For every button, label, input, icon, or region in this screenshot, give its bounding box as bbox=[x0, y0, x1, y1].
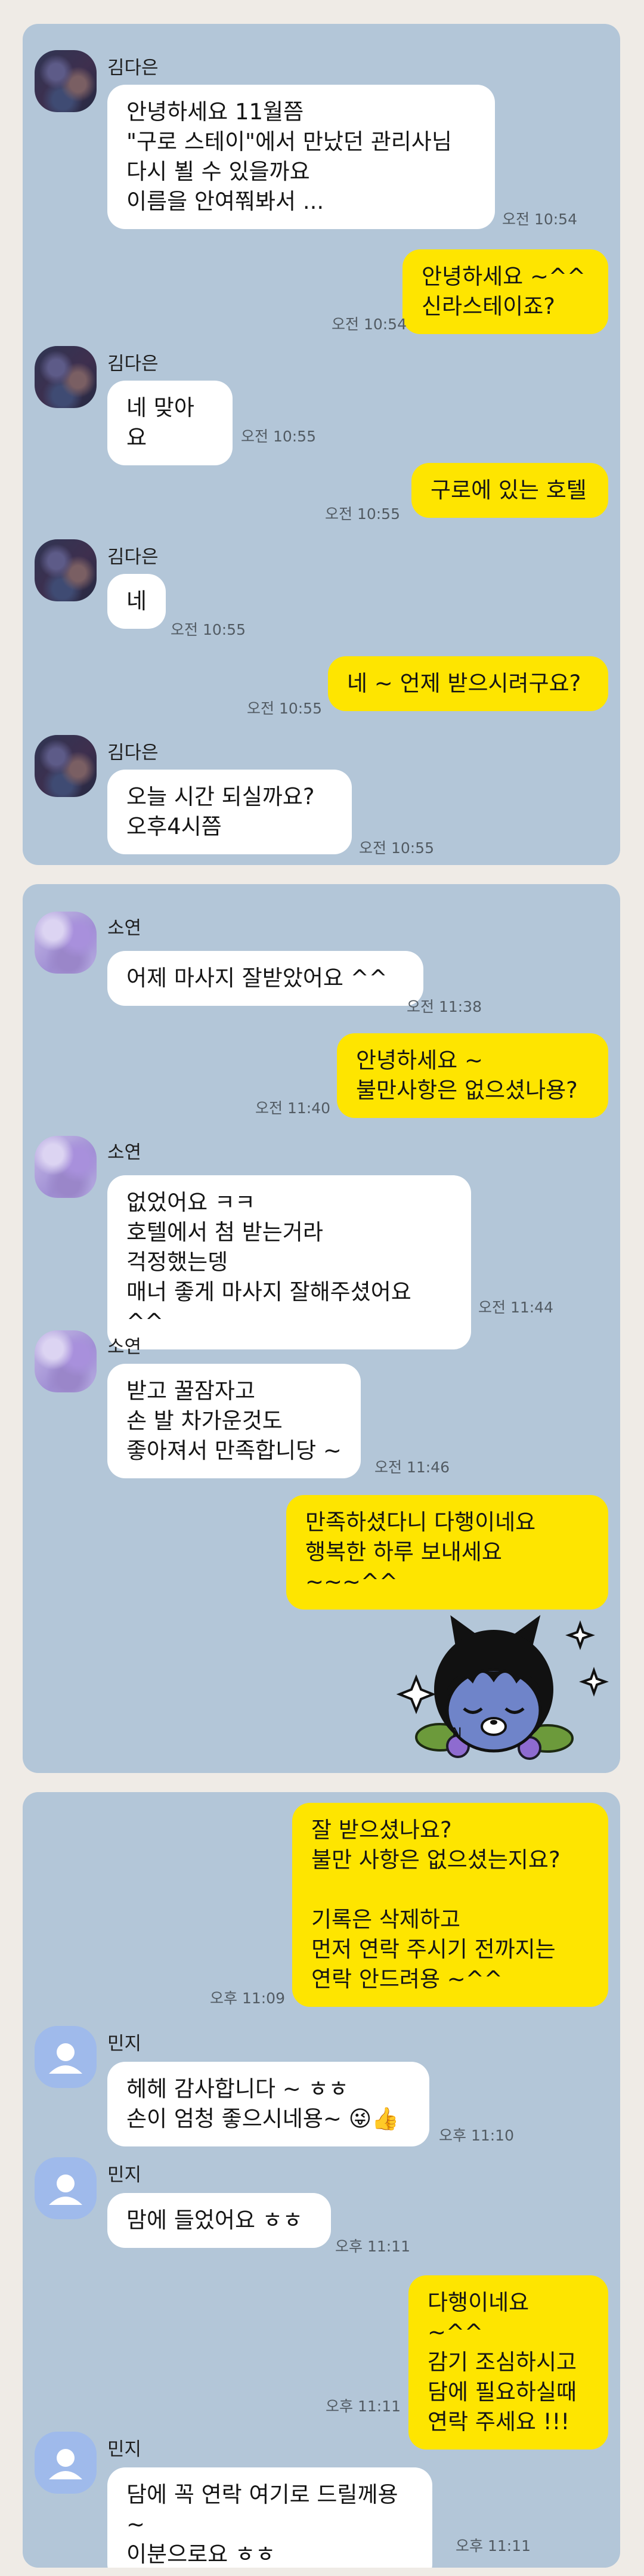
avatar[interactable] bbox=[35, 346, 97, 408]
sender-name: 김다은 bbox=[107, 353, 159, 375]
message-bubble-outgoing[interactable]: 다행이네요 ~^^ 감기 조심하시고 담에 필요하실때 연락 주세요 !!! bbox=[408, 2275, 608, 2450]
message-time: 오전 10:55 bbox=[241, 428, 316, 445]
svg-text:N: N bbox=[452, 1726, 462, 1741]
message-time: 오전 10:55 bbox=[247, 700, 322, 717]
avatar[interactable] bbox=[35, 50, 97, 112]
kakao-character-sticker: N bbox=[396, 1615, 609, 1760]
message-time: 오전 10:55 bbox=[171, 621, 246, 638]
message-time: 오후 11:09 bbox=[210, 1990, 285, 2007]
message-time: 오후 11:11 bbox=[456, 2537, 531, 2555]
avatar[interactable] bbox=[35, 735, 97, 797]
default-profile-icon bbox=[49, 2449, 82, 2479]
message-bubble-incoming[interactable]: 네 bbox=[107, 574, 166, 629]
message-time: 오전 10:55 bbox=[325, 505, 400, 523]
message-bubble-outgoing[interactable]: 만족하셨다니 다행이네요 행복한 하루 보내세요 ~~~^^ bbox=[286, 1495, 608, 1610]
message-bubble-outgoing[interactable]: 안녕하세요 ~^^ 신라스테이죠? bbox=[402, 249, 608, 334]
message-time: 오전 11:46 bbox=[374, 1459, 450, 1476]
message-bubble-outgoing[interactable]: 잘 받으셨나요? 불만 사항은 없으셨는지요? 기록은 삭제하고 먼저 연락 주… bbox=[292, 1803, 608, 2007]
message-bubble-incoming[interactable]: 안녕하세요 11월쯤 "구로 스테이"에서 만났던 관리사님 다시 뵐 수 있을… bbox=[107, 85, 495, 229]
chat-screenshot-2: 소연 어제 마사지 잘받았어요 ^^ 오전 11:38 안녕하세요 ~ 불만사항… bbox=[23, 884, 620, 1773]
message-time: 오전 11:40 bbox=[255, 1099, 330, 1117]
sender-name: 민지 bbox=[107, 2439, 142, 2460]
avatar[interactable] bbox=[35, 2157, 97, 2219]
message-time: 오전 10:54 bbox=[502, 211, 577, 228]
avatar[interactable] bbox=[35, 912, 97, 974]
avatar[interactable] bbox=[35, 2026, 97, 2088]
sparkle-icon bbox=[579, 1667, 609, 1697]
message-bubble-incoming[interactable]: 없었어요 ㅋㅋ 호텔에서 첨 받는거라 걱정했는뎅 매너 좋게 마사지 잘해주셨… bbox=[107, 1175, 471, 1349]
chat-screenshot-1: 김다은 안녕하세요 11월쯤 "구로 스테이"에서 만났던 관리사님 다시 뵐 … bbox=[23, 24, 620, 865]
message-time: 오전 11:38 bbox=[407, 998, 482, 1015]
sender-name: 김다은 bbox=[107, 546, 159, 568]
message-time: 오후 11:11 bbox=[326, 2398, 401, 2415]
avatar[interactable] bbox=[35, 2432, 97, 2494]
message-bubble-outgoing[interactable]: 네 ~ 언제 받으시려구요? bbox=[328, 656, 608, 711]
message-bubble-incoming[interactable]: 오늘 시간 되실까요? 오후4시쯤 bbox=[107, 770, 352, 854]
sparkle-icon bbox=[396, 1674, 436, 1715]
sender-name: 김다은 bbox=[107, 57, 159, 79]
sender-name: 소연 bbox=[107, 918, 142, 939]
avatar[interactable] bbox=[35, 1330, 97, 1392]
avatar[interactable] bbox=[35, 539, 97, 601]
message-bubble-incoming[interactable]: 네 맞아요 bbox=[107, 381, 233, 465]
message-time: 오전 11:44 bbox=[478, 1299, 553, 1316]
sender-name: 소연 bbox=[107, 1142, 142, 1163]
message-time: 오후 11:11 bbox=[335, 2238, 410, 2255]
message-bubble-incoming[interactable]: 헤헤 감사합니다 ~ ㅎㅎ 손이 엄청 좋으시네용~ 😜👍 bbox=[107, 2062, 429, 2146]
sender-name: 민지 bbox=[107, 2033, 142, 2055]
message-bubble-incoming[interactable]: 받고 꿀잠자고 손 발 차가운것도 좋아져서 만족합니당 ~ bbox=[107, 1364, 361, 1478]
sender-name: 김다은 bbox=[107, 742, 159, 764]
message-bubble-outgoing[interactable]: 구로에 있는 호텔 bbox=[411, 463, 608, 518]
sender-name: 민지 bbox=[107, 2164, 142, 2186]
default-profile-icon bbox=[49, 2175, 82, 2205]
sender-name: 소연 bbox=[107, 1336, 142, 1358]
message-time: 오후 11:10 bbox=[439, 2127, 514, 2144]
message-bubble-outgoing[interactable]: 안녕하세요 ~ 불만사항은 없으셨나용? bbox=[337, 1033, 608, 1118]
message-bubble-incoming[interactable]: 어제 마사지 잘받았어요 ^^ bbox=[107, 951, 423, 1006]
avatar[interactable] bbox=[35, 1136, 97, 1198]
message-bubble-incoming[interactable]: 맘에 들었어요 ㅎㅎ bbox=[107, 2193, 331, 2248]
default-profile-icon bbox=[49, 2043, 82, 2074]
chat-screenshot-3: 잘 받으셨나요? 불만 사항은 없으셨는지요? 기록은 삭제하고 먼저 연락 주… bbox=[23, 1792, 620, 2568]
sparkle-icon bbox=[565, 1620, 595, 1650]
message-bubble-incoming[interactable]: 담에 꼭 연락 여기로 드릴께용~ 이분으로요 ㅎㅎ bbox=[107, 2467, 432, 2568]
message-time: 오전 10:54 bbox=[332, 316, 407, 333]
message-time: 오전 10:55 bbox=[359, 839, 434, 857]
